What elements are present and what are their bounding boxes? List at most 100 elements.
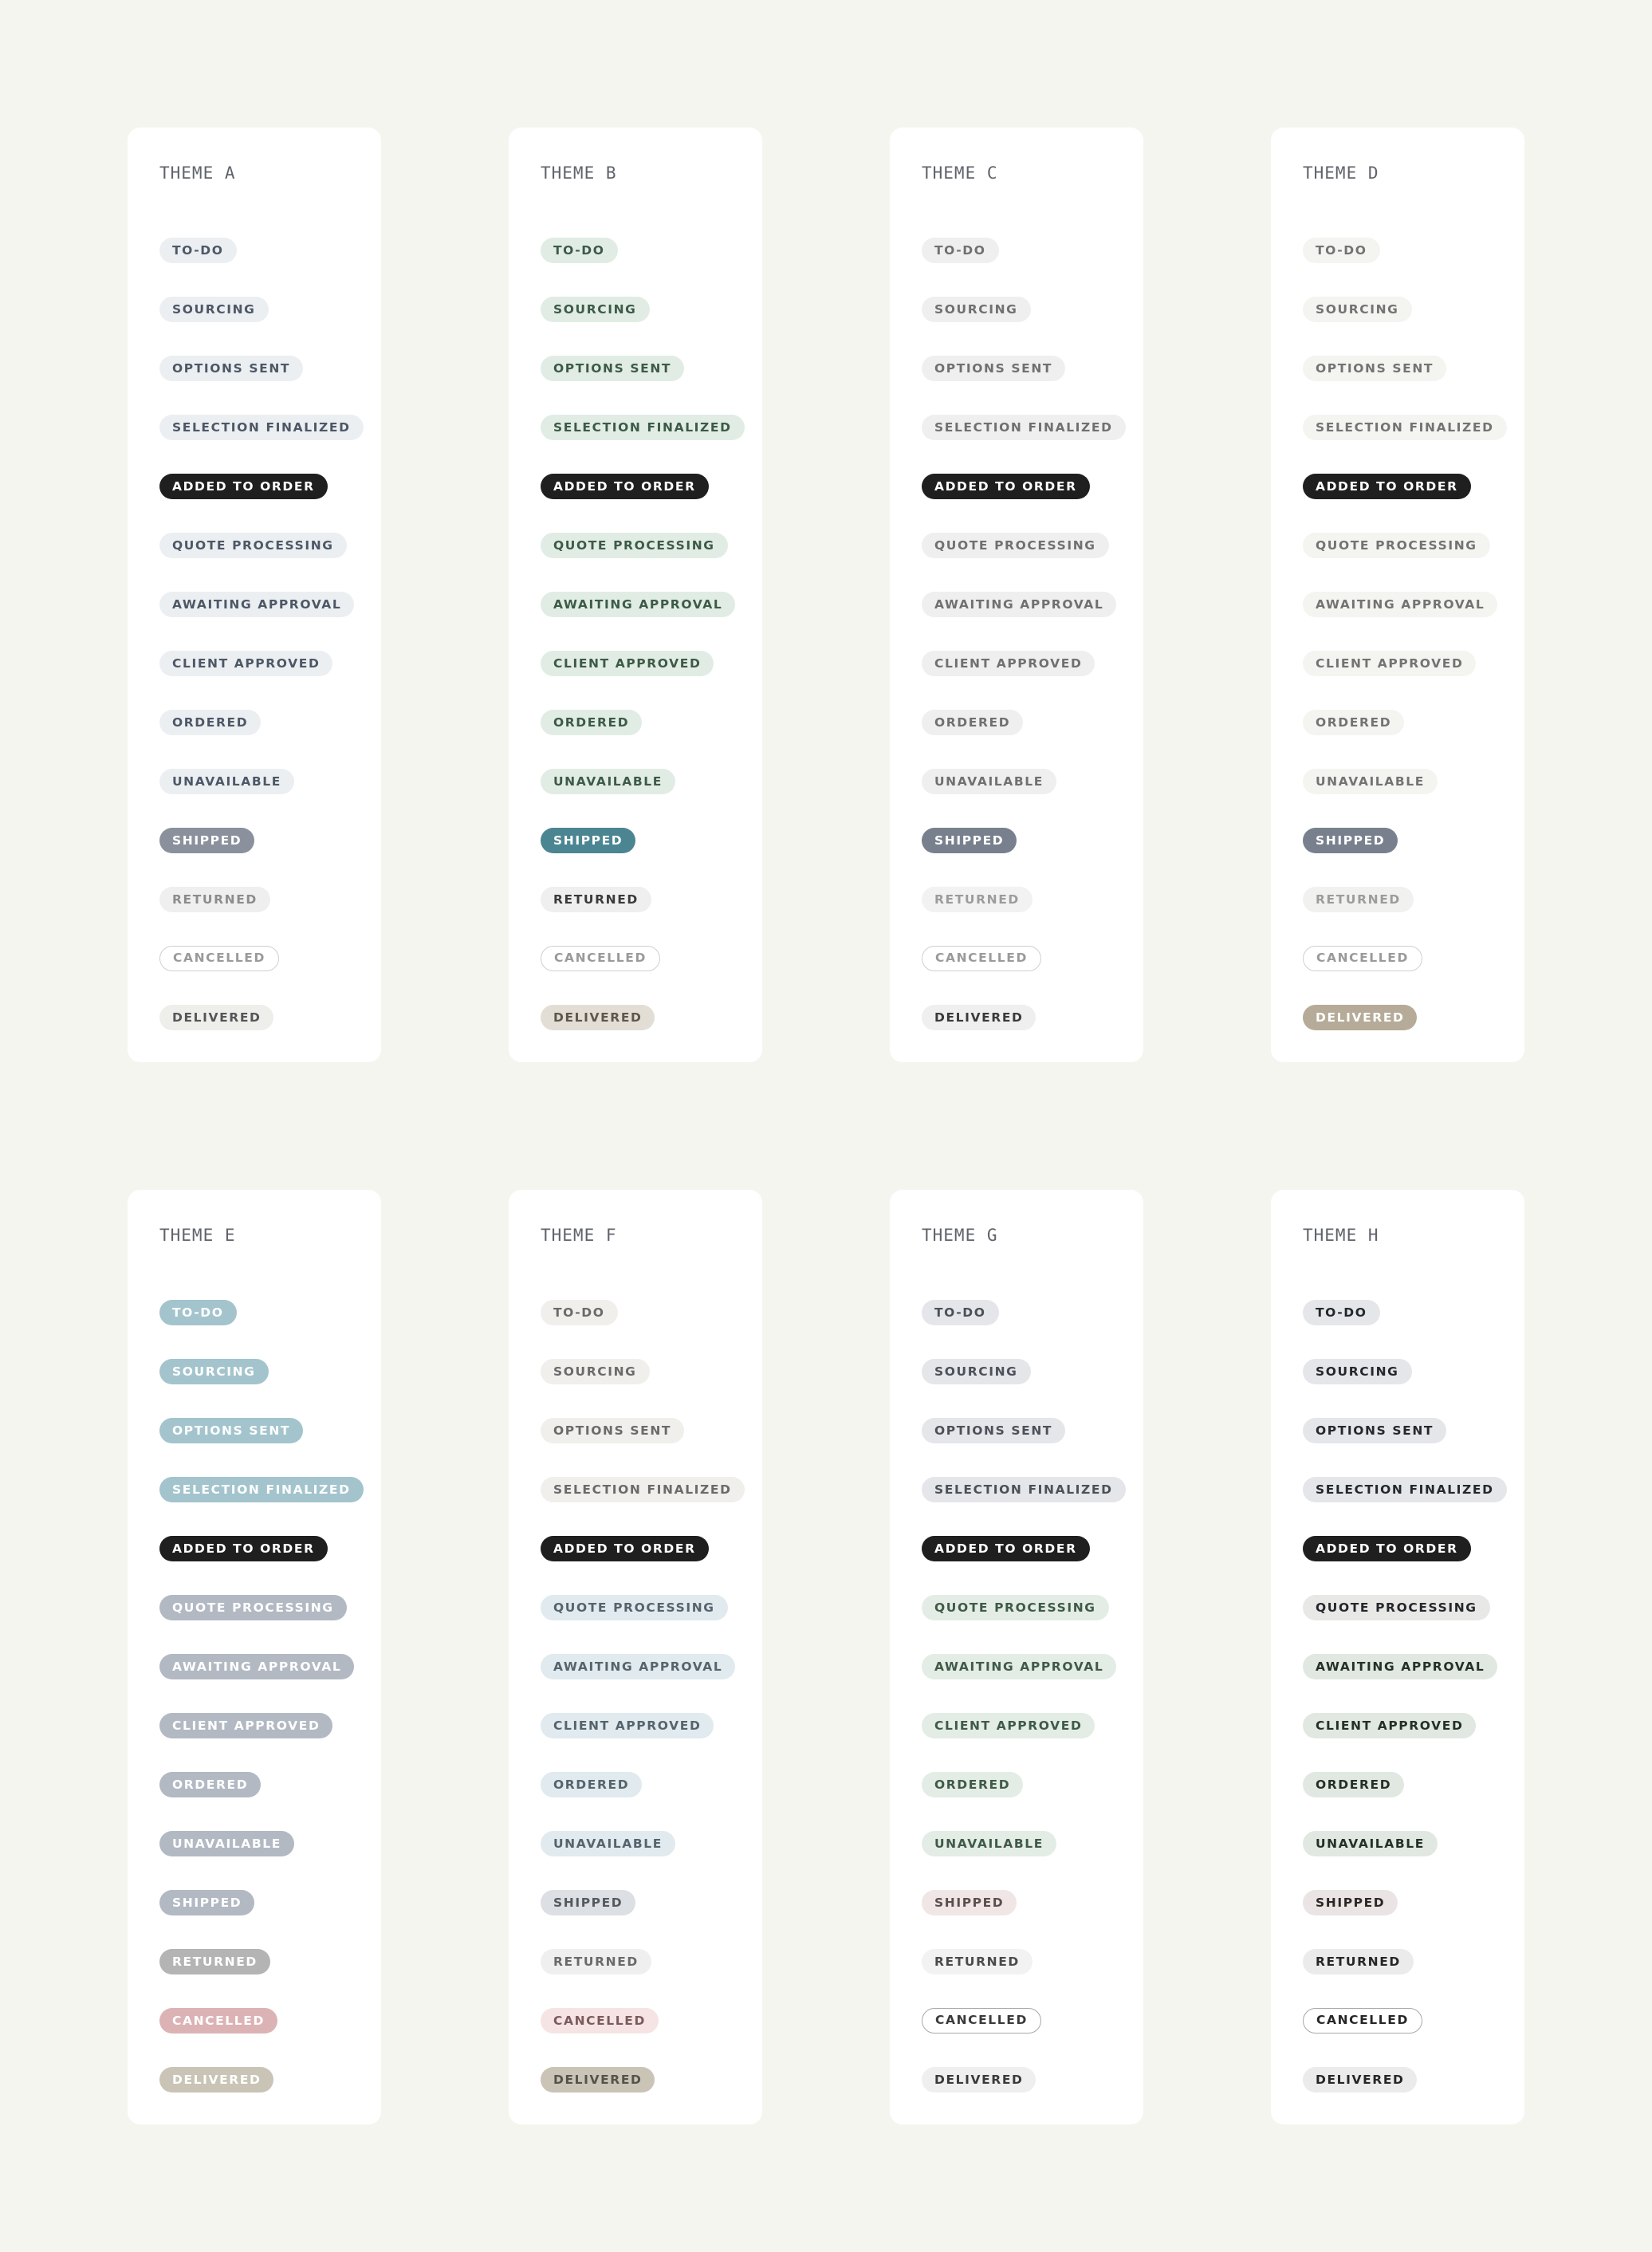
theme-card-h: THEME H TO-DO SOURCING OPTIONS SENT SELECTIO… <box>1271 1190 1524 2124</box>
status-badge-shipped: SHIPPED <box>541 1890 636 1915</box>
status-badge-quote-processing: QUOTE PROCESSING <box>541 1595 728 1620</box>
theme-card-d: THEME D TO-DO SOURCING OPTIONS SENT SELECTIO… <box>1271 128 1524 1062</box>
status-row: ADDED TO ORDER <box>1303 474 1524 533</box>
status-row: AWAITING APPROVAL <box>159 592 381 651</box>
status-row: UNAVAILABLE <box>541 1831 762 1890</box>
status-row: TO-DO <box>541 238 762 297</box>
status-row: RETURNED <box>541 1949 762 2008</box>
status-row: SOURCING <box>159 1359 381 1418</box>
theme-title: THEME C <box>922 163 998 183</box>
status-badge-shipped: SHIPPED <box>159 1890 255 1915</box>
status-badge-selection-finalized: SELECTION FINALIZED <box>922 1477 1126 1502</box>
status-row: UNAVAILABLE <box>541 769 762 828</box>
status-badge-to-do: TO-DO <box>541 238 618 263</box>
status-row: RETURNED <box>1303 887 1524 946</box>
status-row: QUOTE PROCESSING <box>159 533 381 592</box>
status-row: SOURCING <box>541 1359 762 1418</box>
status-badge-selection-finalized: SELECTION FINALIZED <box>159 415 364 440</box>
status-badge-awaiting-approval: AWAITING APPROVAL <box>159 592 355 617</box>
status-row: OPTIONS SENT <box>159 1418 381 1477</box>
status-row: OPTIONS SENT <box>922 356 1143 415</box>
status-pill-list: TO-DO SOURCING OPTIONS SENT SELECTION FINAL… <box>922 1300 1143 2126</box>
status-badge-shipped: SHIPPED <box>541 828 636 853</box>
status-row: CANCELLED <box>922 946 1143 1005</box>
status-badge-quote-processing: QUOTE PROCESSING <box>922 533 1109 558</box>
status-badge-client-approved: CLIENT APPROVED <box>1303 1713 1477 1738</box>
status-badge-client-approved: CLIENT APPROVED <box>159 651 333 676</box>
status-badge-selection-finalized: SELECTION FINALIZED <box>1303 1477 1507 1502</box>
status-row: ORDERED <box>1303 1772 1524 1831</box>
status-badge-delivered: DELIVERED <box>922 2067 1036 2093</box>
status-row: TO-DO <box>159 1300 381 1359</box>
status-row: CLIENT APPROVED <box>541 1713 762 1772</box>
status-row: TO-DO <box>922 1300 1143 1359</box>
status-row: QUOTE PROCESSING <box>541 1595 762 1654</box>
status-row: OPTIONS SENT <box>541 1418 762 1477</box>
status-row: SOURCING <box>922 297 1143 356</box>
status-badge-client-approved: CLIENT APPROVED <box>922 1713 1095 1738</box>
status-row: SOURCING <box>1303 1359 1524 1418</box>
status-row: RETURNED <box>159 1949 381 2008</box>
status-badge-options-sent: OPTIONS SENT <box>541 1418 685 1443</box>
status-badge-cancelled: CANCELLED <box>1303 2008 1422 2033</box>
status-badge-selection-finalized: SELECTION FINALIZED <box>159 1477 364 1502</box>
status-row: TO-DO <box>1303 238 1524 297</box>
status-badge-ordered: ORDERED <box>159 710 262 735</box>
status-row: SELECTION FINALIZED <box>1303 415 1524 474</box>
status-row: ORDERED <box>541 710 762 769</box>
theme-title: THEME A <box>159 163 236 183</box>
status-badge-sourcing: SOURCING <box>1303 1359 1412 1384</box>
status-row: SHIPPED <box>1303 828 1524 887</box>
status-badge-to-do: TO-DO <box>922 238 999 263</box>
status-row: QUOTE PROCESSING <box>1303 533 1524 592</box>
status-row: QUOTE PROCESSING <box>922 533 1143 592</box>
status-badge-client-approved: CLIENT APPROVED <box>159 1713 333 1738</box>
status-row: AWAITING APPROVAL <box>922 592 1143 651</box>
status-badge-added-to-order: ADDED TO ORDER <box>159 1536 328 1561</box>
status-row: ADDED TO ORDER <box>1303 1536 1524 1595</box>
status-row: DELIVERED <box>541 1005 762 1064</box>
status-badge-quote-processing: QUOTE PROCESSING <box>159 1595 347 1620</box>
status-badge-quote-processing: QUOTE PROCESSING <box>922 1595 1109 1620</box>
status-badge-cancelled: CANCELLED <box>541 2008 659 2033</box>
status-row: TO-DO <box>1303 1300 1524 1359</box>
status-badge-client-approved: CLIENT APPROVED <box>922 651 1095 676</box>
status-badge-cancelled: CANCELLED <box>159 946 279 971</box>
status-badge-shipped: SHIPPED <box>922 1890 1017 1915</box>
status-row: ORDERED <box>541 1772 762 1831</box>
status-row: ORDERED <box>922 1772 1143 1831</box>
status-row: SELECTION FINALIZED <box>159 415 381 474</box>
status-row: UNAVAILABLE <box>159 1831 381 1890</box>
status-row: OPTIONS SENT <box>541 356 762 415</box>
status-row: SELECTION FINALIZED <box>1303 1477 1524 1536</box>
status-pill-list: TO-DO SOURCING OPTIONS SENT SELECTION FINAL… <box>541 238 762 1064</box>
status-row: SELECTION FINALIZED <box>159 1477 381 1536</box>
status-row: OPTIONS SENT <box>1303 1418 1524 1477</box>
status-badge-shipped: SHIPPED <box>159 828 255 853</box>
status-row: SHIPPED <box>922 828 1143 887</box>
status-badge-awaiting-approval: AWAITING APPROVAL <box>541 1654 736 1679</box>
status-row: SHIPPED <box>541 1890 762 1949</box>
status-row: QUOTE PROCESSING <box>922 1595 1143 1654</box>
status-badge-unavailable: UNAVAILABLE <box>541 1831 675 1856</box>
status-badge-added-to-order: ADDED TO ORDER <box>541 474 709 499</box>
status-row: ADDED TO ORDER <box>922 1536 1143 1595</box>
status-row: TO-DO <box>159 238 381 297</box>
status-row: DELIVERED <box>541 2067 762 2126</box>
status-row: CLIENT APPROVED <box>159 1713 381 1772</box>
status-badge-ordered: ORDERED <box>541 1772 643 1797</box>
status-badge-quote-processing: QUOTE PROCESSING <box>159 533 347 558</box>
status-badge-delivered: DELIVERED <box>1303 2067 1418 2093</box>
status-row: ORDERED <box>922 710 1143 769</box>
status-badge-delivered: DELIVERED <box>159 2067 274 2093</box>
status-badge-ordered: ORDERED <box>922 1772 1024 1797</box>
status-badge-awaiting-approval: AWAITING APPROVAL <box>1303 1654 1498 1679</box>
status-badge-unavailable: UNAVAILABLE <box>541 769 675 794</box>
status-row: QUOTE PROCESSING <box>1303 1595 1524 1654</box>
status-badge-sourcing: SOURCING <box>541 1359 650 1384</box>
status-badge-options-sent: OPTIONS SENT <box>159 1418 304 1443</box>
status-badge-to-do: TO-DO <box>922 1300 999 1325</box>
status-row: QUOTE PROCESSING <box>541 533 762 592</box>
status-badge-selection-finalized: SELECTION FINALIZED <box>1303 415 1507 440</box>
status-row: DELIVERED <box>159 2067 381 2126</box>
